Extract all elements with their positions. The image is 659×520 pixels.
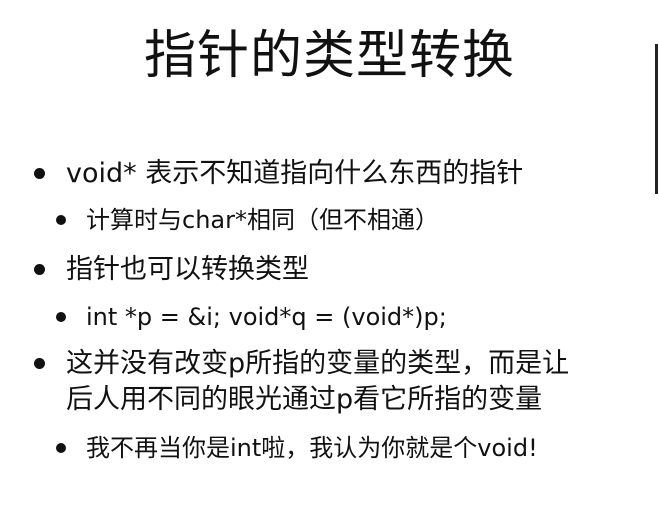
bullet-text: 指针也可以转换类型 [66,254,309,285]
bullet-dot-icon [56,443,66,453]
bullet-code-text: int *p = &i; void*q = (void*)p; [86,303,447,331]
bullet-text: 计算时与char*相同（但不相通） [86,206,439,234]
bullet-dot-icon [34,358,45,369]
bullet-text: void* 表示不知道指向什么东西的指针 [66,158,524,189]
bullet-list: void* 表示不知道指向什么东西的指针 计算时与char*相同（但不相通） 指… [0,0,659,520]
bullet-text: 这并没有改变p所指的变量的类型，而是让 [66,348,570,379]
bullet-dot-icon [34,168,45,179]
bullet-text-continuation: 后人用不同的眼光通过p看它所指的变量 [66,384,543,415]
bullet-text: 我不再当你是int啦，我认为你就是个void! [86,434,538,462]
bullet-dot-icon [56,215,66,225]
slide: 指针的类型转换 void* 表示不知道指向什么东西的指针 计算时与char*相同… [0,0,659,520]
bullet-dot-icon [34,264,45,275]
bullet-dot-icon [56,312,66,322]
